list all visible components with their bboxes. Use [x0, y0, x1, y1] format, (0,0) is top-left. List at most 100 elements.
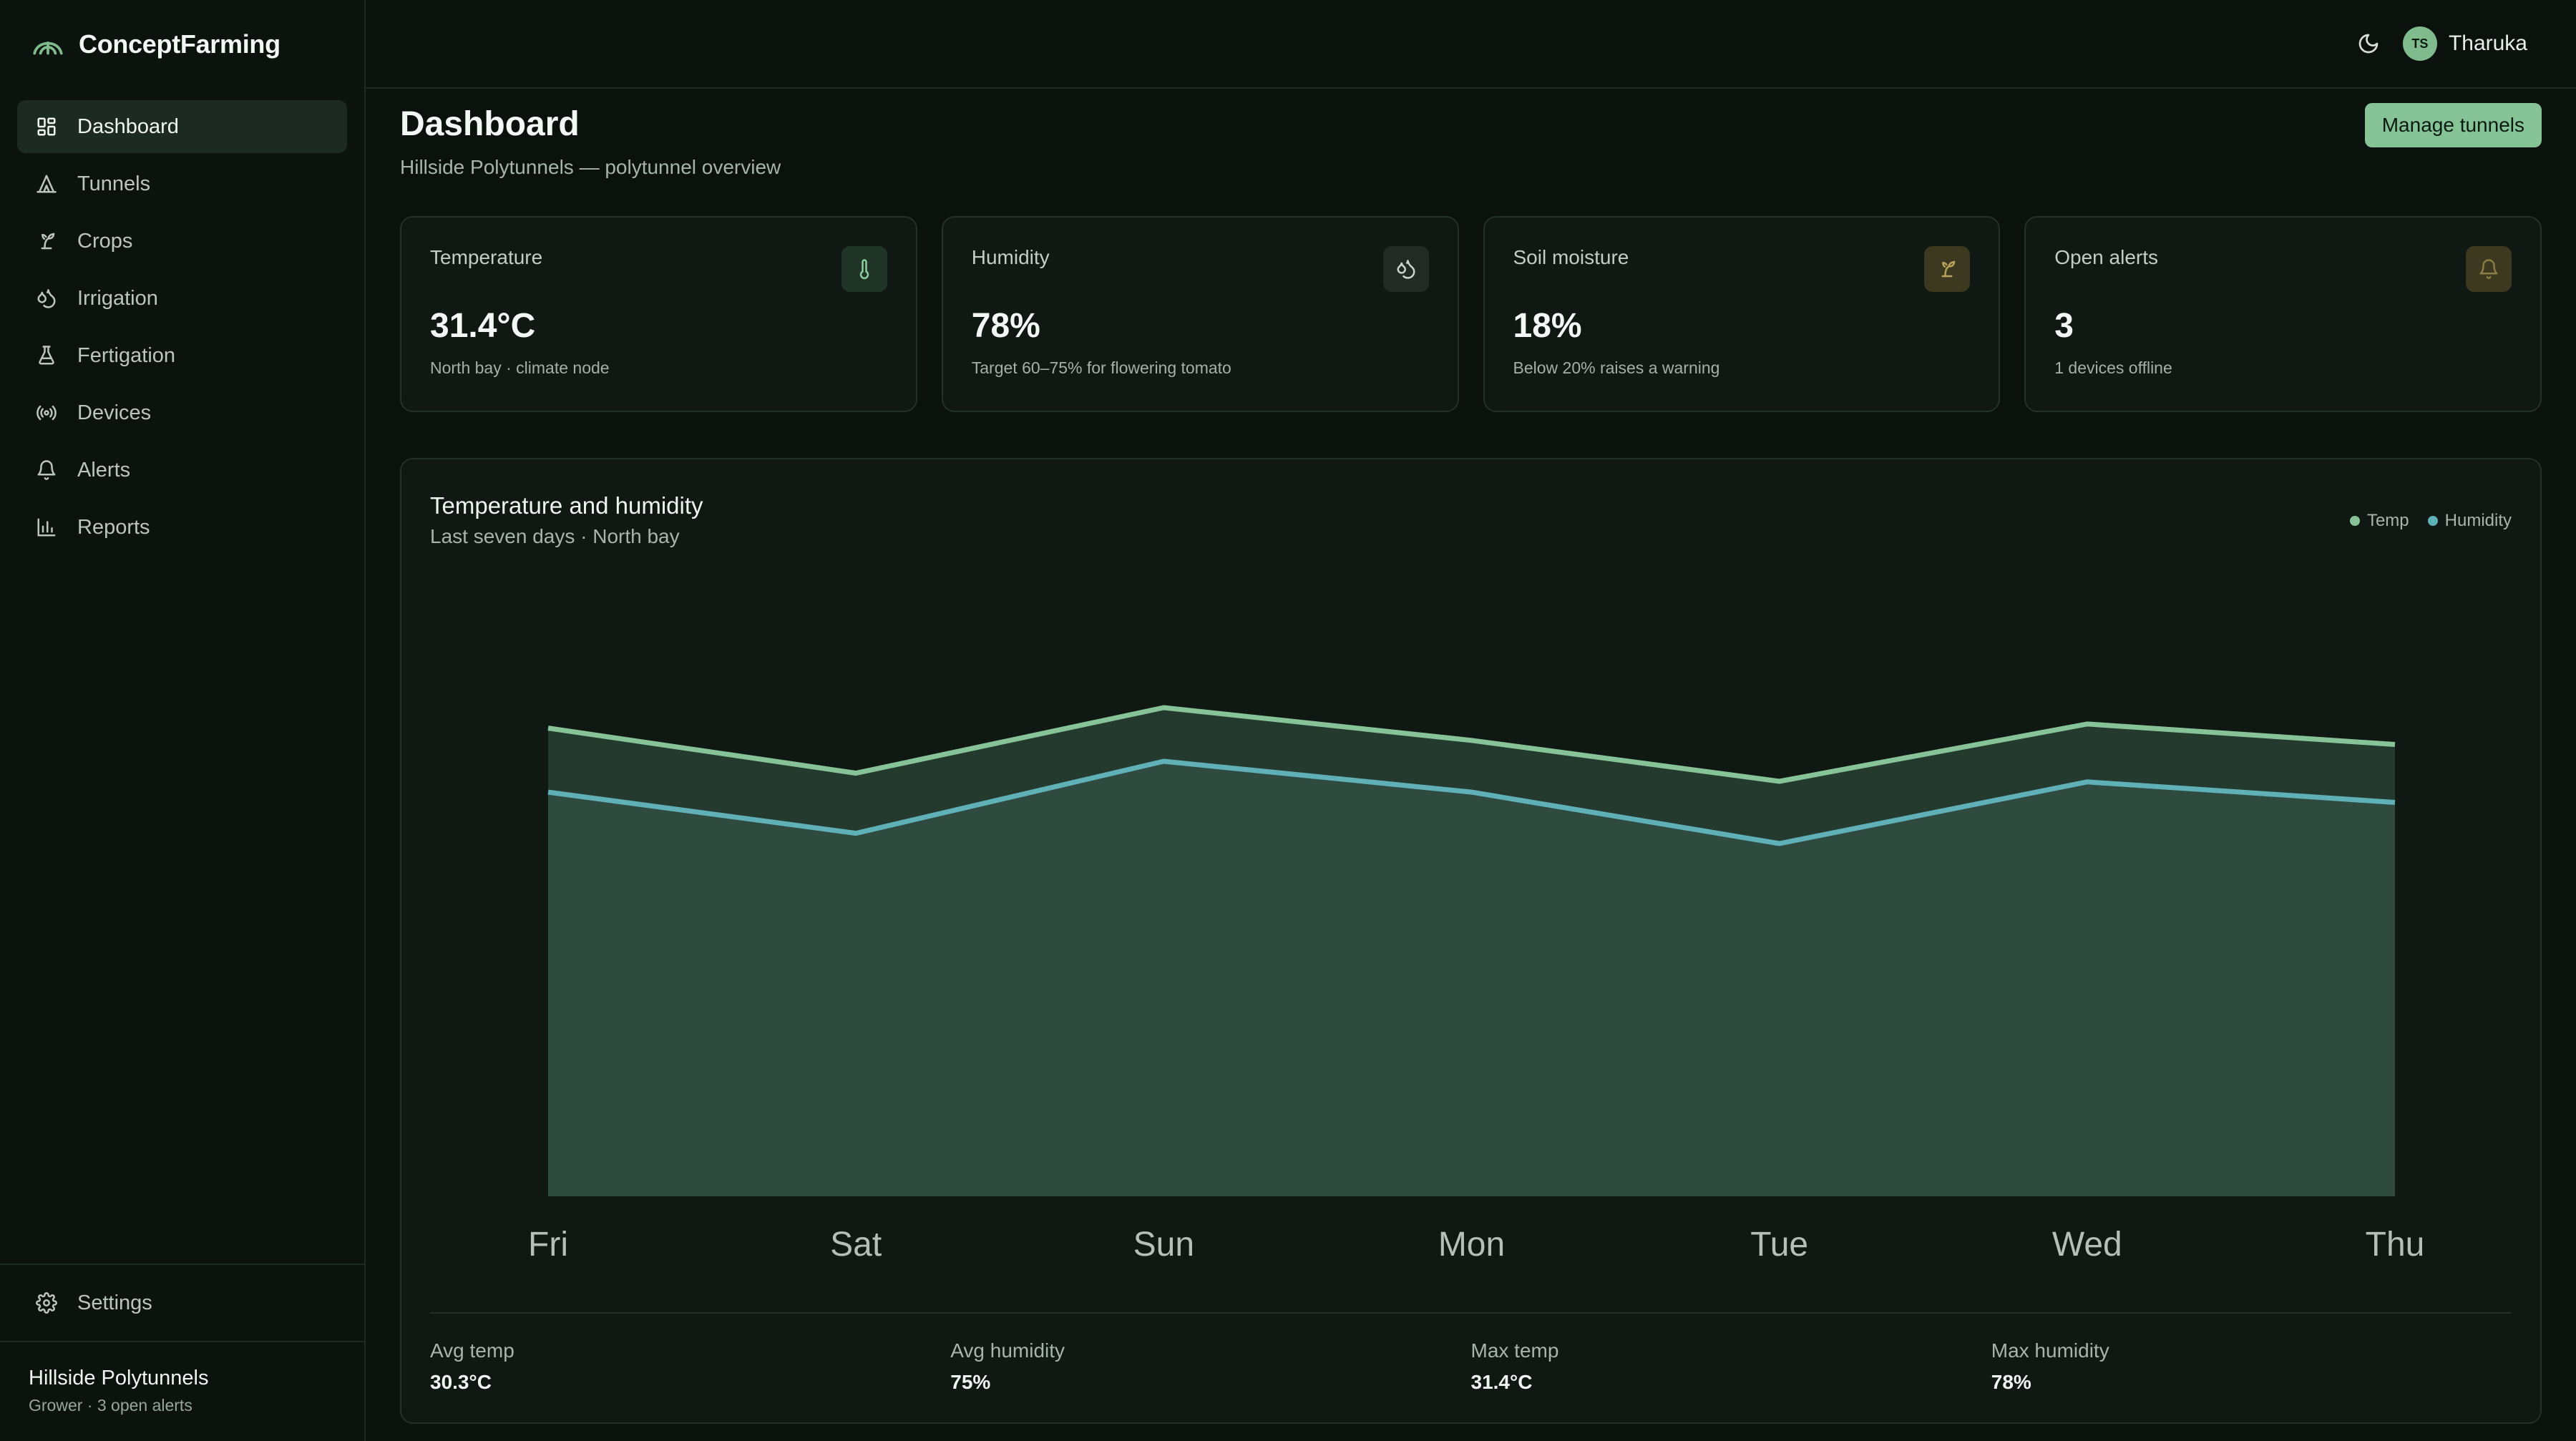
page-content: Dashboard Hillside Polytunnels — polytun…: [366, 89, 2576, 1424]
gear-icon: [36, 1292, 57, 1314]
sidebar-nav: Dashboard Tunnels Crops Irrigation Ferti…: [0, 89, 364, 554]
topbar: TS Tharuka: [366, 0, 2576, 89]
legend-item-temp: Temp: [2349, 511, 2409, 531]
sidebar-item-label: Tunnels: [77, 172, 151, 195]
summary-label: Avg humidity: [950, 1339, 1065, 1362]
sidebar-item-reports[interactable]: Reports: [17, 501, 347, 554]
settings-row: Settings: [0, 1264, 364, 1341]
x-tick-label: Tue: [1750, 1226, 1808, 1264]
legend-dot: [2427, 516, 2438, 526]
summary-value: 75%: [950, 1371, 991, 1393]
sidebar-item-label: Alerts: [77, 458, 131, 482]
summary-max-temp: Max temp 31.4°C: [1471, 1339, 1991, 1394]
sidebar-item-label: Fertigation: [77, 343, 176, 367]
stat-note: Below 20% raises a warning: [1513, 358, 1720, 377]
summary-value: 31.4°C: [1470, 1371, 1533, 1393]
sidebar-item-label: Irrigation: [77, 286, 158, 310]
chart-subtitle: Last seven days · North bay: [430, 525, 680, 547]
sidebar-item-irrigation[interactable]: Irrigation: [17, 272, 347, 325]
legend-label: Temp: [2366, 511, 2409, 530]
sidebar-item-alerts[interactable]: Alerts: [17, 444, 347, 497]
droplets-icon: [37, 289, 56, 308]
sidebar-item-label: Reports: [77, 515, 150, 539]
sidebar-item-fertigation[interactable]: Fertigation: [17, 329, 347, 382]
sidebar-item-crops[interactable]: Crops: [17, 215, 347, 268]
thermometer-icon: [859, 259, 869, 280]
summary-label: Max temp: [1470, 1339, 1559, 1362]
stat-label: Soil moisture: [1513, 246, 1629, 268]
chart-legend: Temp Humidity: [2331, 511, 2512, 531]
legend-item-humidity: Humidity: [2427, 511, 2512, 531]
stat-note: 1 devices offline: [2054, 358, 2172, 377]
x-tick-label: Mon: [1438, 1226, 1505, 1264]
x-tick-label: Fri: [528, 1226, 568, 1264]
bell-icon: [2479, 259, 2498, 279]
x-tick-label: Sun: [1133, 1226, 1194, 1264]
theme-toggle-button[interactable]: [2347, 22, 2390, 65]
x-tick-label: Thu: [2366, 1226, 2425, 1264]
sidebar-item-settings[interactable]: Settings: [17, 1276, 347, 1329]
stat-label: Humidity: [971, 246, 1050, 268]
summary-label: Avg temp: [430, 1339, 514, 1362]
stat-label: Temperature: [430, 246, 543, 268]
stat-icon-box: [1924, 246, 1971, 292]
sidebar: ConceptFarming Dashboard Tunnels Crops I…: [0, 0, 366, 1441]
droplets-icon: [1397, 260, 1415, 279]
page-header: Dashboard Hillside Polytunnels — polytun…: [400, 89, 2542, 216]
x-tick-label: Wed: [2052, 1226, 2122, 1264]
stat-value: 31.4°C: [430, 307, 536, 345]
stat-icon-box: [1382, 246, 1429, 292]
sidebar-item-devices[interactable]: Devices: [17, 386, 347, 439]
main-area: TS Tharuka Dashboard Hillside Polytunnel…: [366, 0, 2576, 1441]
stat-icon-box: [2466, 246, 2512, 292]
stat-value: 78%: [971, 307, 1040, 345]
stat-cards: Temperature 31.4°C North bay · climate n…: [400, 216, 2542, 412]
flask-icon: [39, 346, 54, 365]
app-shell: ConceptFarming Dashboard Tunnels Crops I…: [0, 0, 2576, 1441]
summary-avg-temp: Avg temp 30.3°C: [430, 1339, 950, 1394]
brand[interactable]: ConceptFarming: [0, 0, 364, 89]
logo-icon: [33, 41, 63, 55]
summary-label: Max humidity: [1991, 1339, 2109, 1362]
sidebar-item-label: Devices: [77, 401, 152, 424]
dashboard-icon: [37, 117, 56, 136]
farm-name: Hillside Polytunnels: [29, 1367, 209, 1389]
settings-label: Settings: [77, 1291, 152, 1314]
sprout-icon: [1941, 260, 1956, 278]
legend-label: Humidity: [2444, 511, 2512, 530]
stat-card-soil-moisture: Soil moisture 18% Below 20% raises a war…: [1483, 216, 2001, 412]
stat-icon-box: [841, 246, 887, 292]
radio-icon: [36, 405, 57, 421]
avatar: TS: [2402, 26, 2437, 61]
manage-tunnels-button[interactable]: Manage tunnels: [2364, 103, 2542, 147]
chart-summary: Avg temp 30.3°C Avg humidity 75% Max tem…: [430, 1312, 2512, 1394]
sidebar-item-dashboard[interactable]: Dashboard: [17, 100, 347, 153]
summary-value: 78%: [1991, 1371, 2031, 1393]
stat-value: 18%: [1513, 307, 1582, 345]
summary-value: 30.3°C: [430, 1371, 492, 1393]
stat-note: Target 60–75% for flowering tomato: [971, 358, 1231, 377]
sidebar-footer: Settings Hillside Polytunnels Grower · 3…: [0, 1264, 364, 1441]
stat-card-open-alerts: Open alerts 3 1 devices offline: [2024, 216, 2542, 412]
farm-switcher[interactable]: Hillside Polytunnels Grower · 3 open ale…: [0, 1341, 364, 1441]
app-name: ConceptFarming: [79, 29, 280, 59]
bar-chart-icon: [37, 518, 56, 537]
stat-card-temperature: Temperature 31.4°C North bay · climate n…: [400, 216, 917, 412]
moon-icon: [2358, 34, 2379, 54]
farm-meta: Grower · 3 open alerts: [29, 1396, 192, 1415]
summary-avg-humidity: Avg humidity 75%: [950, 1339, 1470, 1394]
page-subtitle: Hillside Polytunnels — polytunnel overvi…: [400, 156, 781, 178]
temp-humidity-chart: Fri Sat Sun Mon Tue Wed Thu: [528, 705, 2425, 1264]
sidebar-item-label: Dashboard: [77, 114, 179, 138]
x-tick-label: Sat: [830, 1226, 882, 1264]
stat-label: Open alerts: [2054, 246, 2158, 268]
chart-card: Fri Sat Sun Mon Tue Wed Thu Temperature and hu…: [400, 458, 2542, 1424]
legend-dot: [2349, 516, 2360, 526]
stat-card-humidity: Humidity 78% Target 60–75% for flowering…: [941, 216, 1459, 412]
summary-max-humidity: Max humidity 78%: [1991, 1339, 2512, 1394]
sprout-icon: [41, 233, 55, 250]
user-menu[interactable]: TS Tharuka: [2402, 26, 2527, 61]
sidebar-item-tunnels[interactable]: Tunnels: [17, 157, 347, 210]
chart-title: Temperature and humidity: [430, 492, 703, 519]
bell-icon: [37, 460, 56, 480]
